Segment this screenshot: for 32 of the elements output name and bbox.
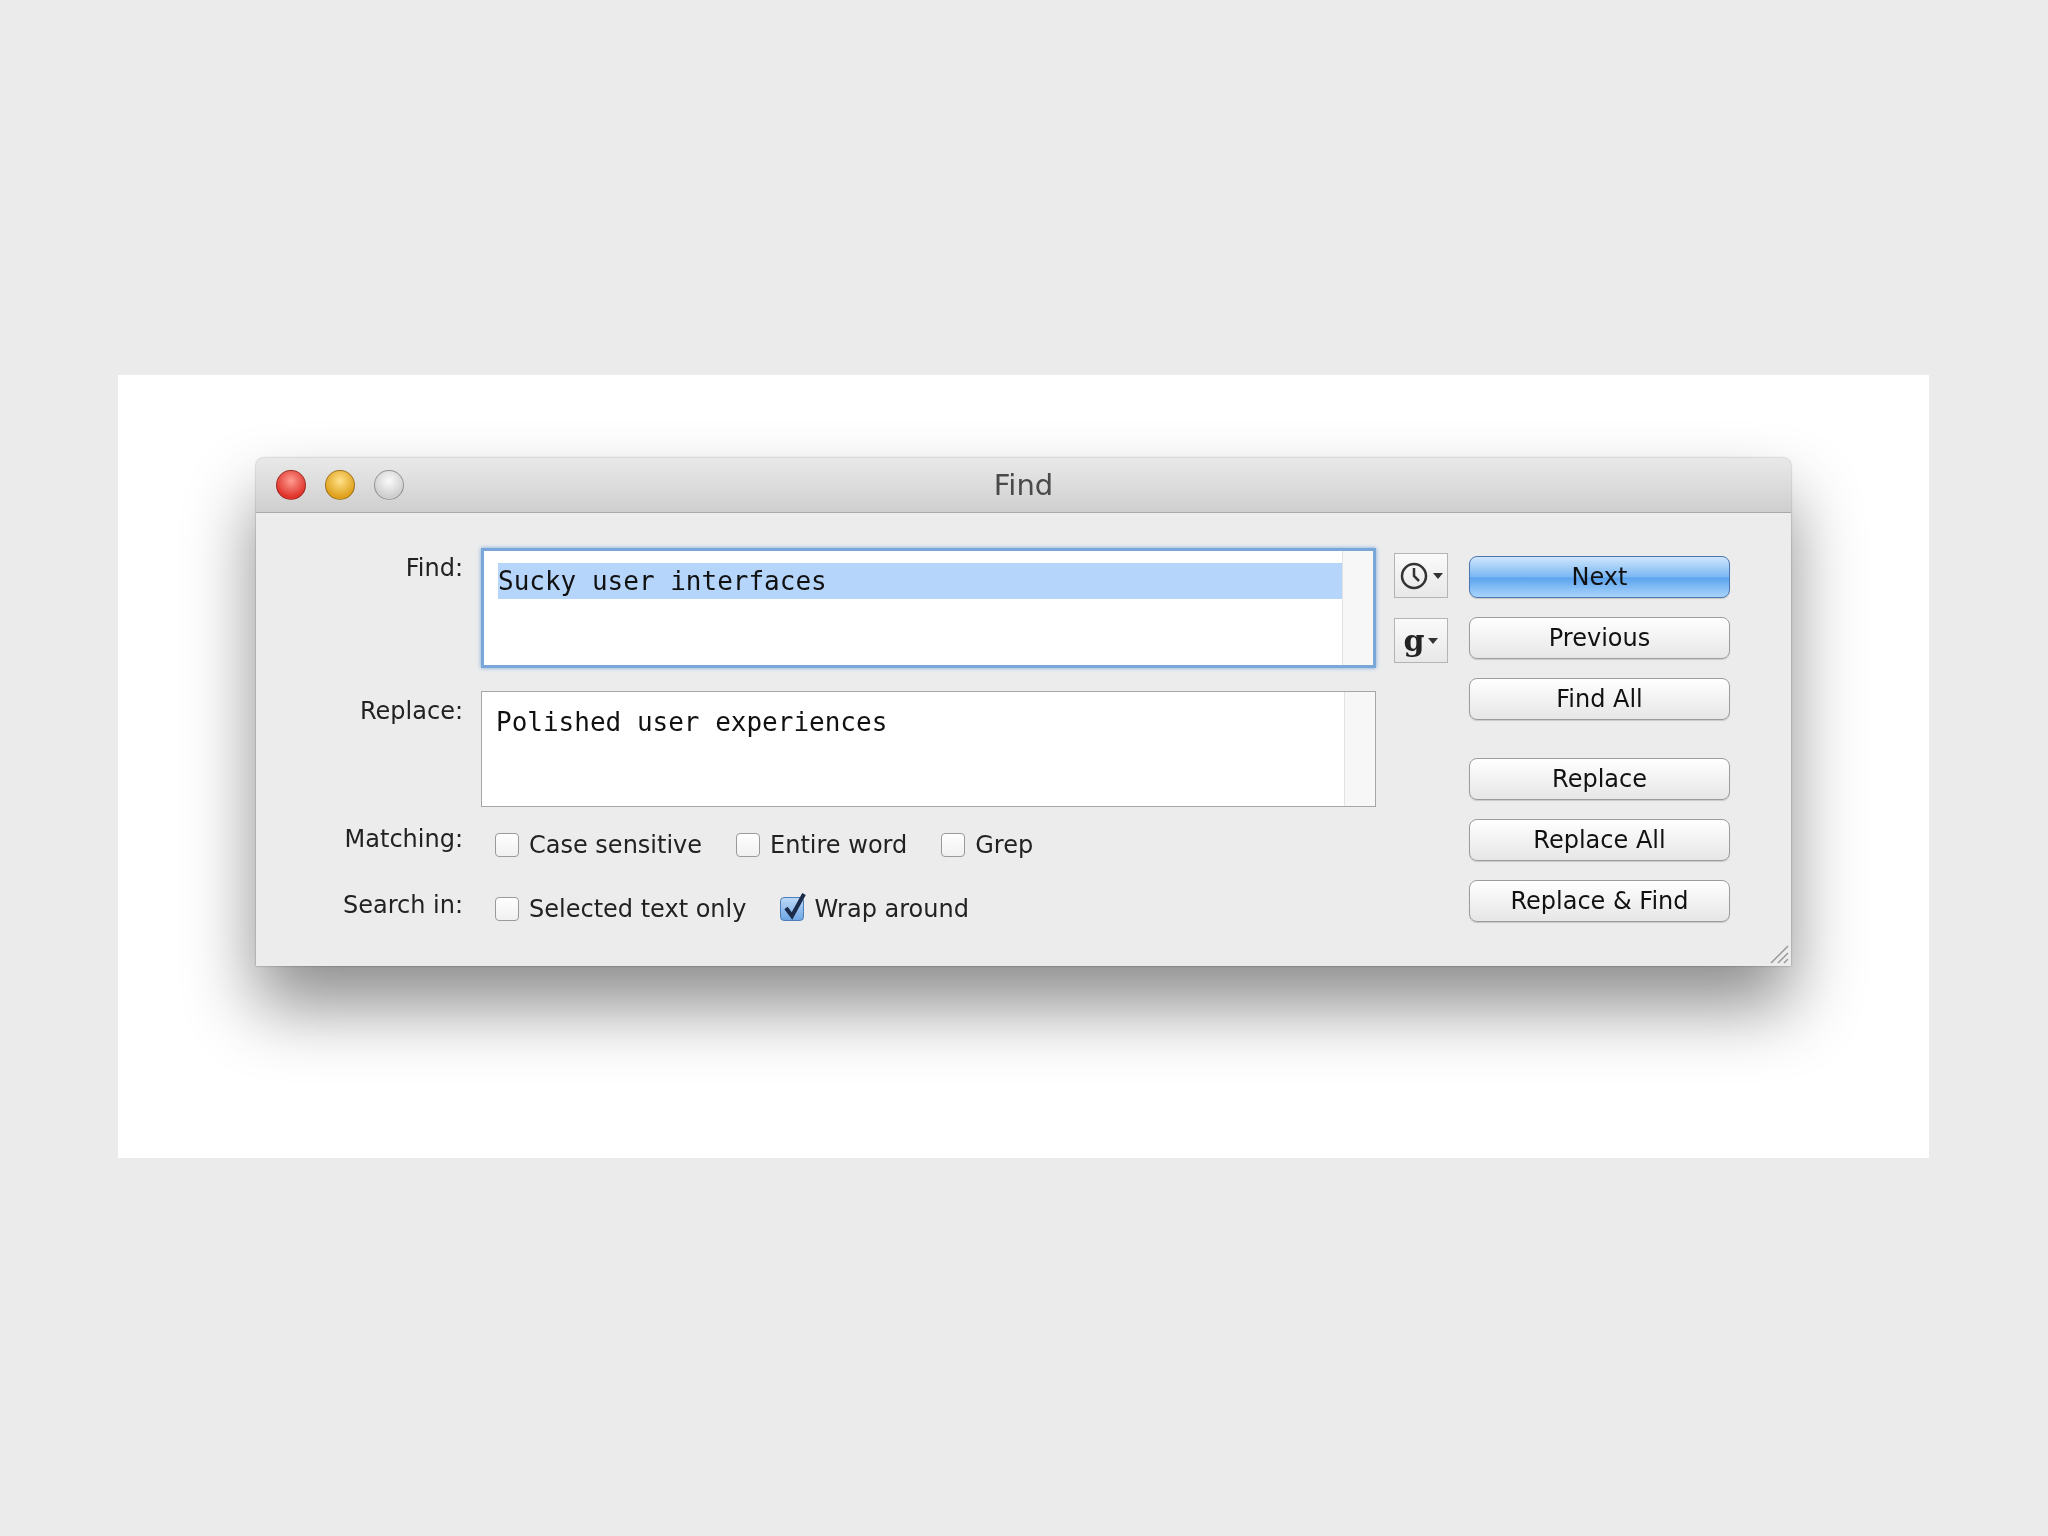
zoom-button[interactable] — [374, 470, 404, 500]
button[interactable]: Previous — [1469, 617, 1730, 659]
button[interactable]: Replace All — [1469, 819, 1730, 861]
button[interactable]: Replace — [1469, 758, 1730, 800]
field-label: Replace: — [358, 696, 463, 727]
text-field[interactable]: Polished user experiences — [481, 691, 1376, 807]
caret-icon — [1433, 572, 1443, 579]
checkbox-label: Grep — [975, 830, 1034, 859]
text-field[interactable]: Sucky user interfaces — [481, 548, 1376, 668]
checkbox-label: Case sensitive — [529, 830, 703, 859]
checkbox[interactable] — [495, 832, 519, 857]
close-button[interactable] — [276, 470, 306, 500]
clock-icon — [1399, 560, 1429, 591]
checkbox-label: Selected text only — [529, 895, 747, 923]
history-button[interactable] — [1394, 553, 1448, 598]
caret-icon — [1428, 637, 1439, 644]
checkbox[interactable] — [941, 832, 966, 857]
button[interactable]: Find All — [1469, 678, 1730, 720]
checkbox[interactable] — [495, 897, 519, 921]
button[interactable]: Replace & Find — [1469, 880, 1730, 922]
option-label: Search in: — [341, 890, 463, 921]
window-title: Find — [993, 468, 1054, 502]
checkbox[interactable] — [736, 832, 761, 857]
minimize-button[interactable] — [325, 470, 355, 500]
grep-button[interactable]: g — [1394, 618, 1448, 663]
selected-text: Sucky user interfaces — [498, 563, 1342, 599]
checkbox-label: Entire word — [770, 830, 908, 859]
default-button[interactable]: Next — [1469, 556, 1730, 598]
checkbox-label: Wrap around — [814, 895, 969, 923]
option-label: Matching: — [343, 824, 463, 855]
field-text: Polished user experiences — [496, 706, 889, 739]
field-label: Find: — [404, 553, 463, 584]
